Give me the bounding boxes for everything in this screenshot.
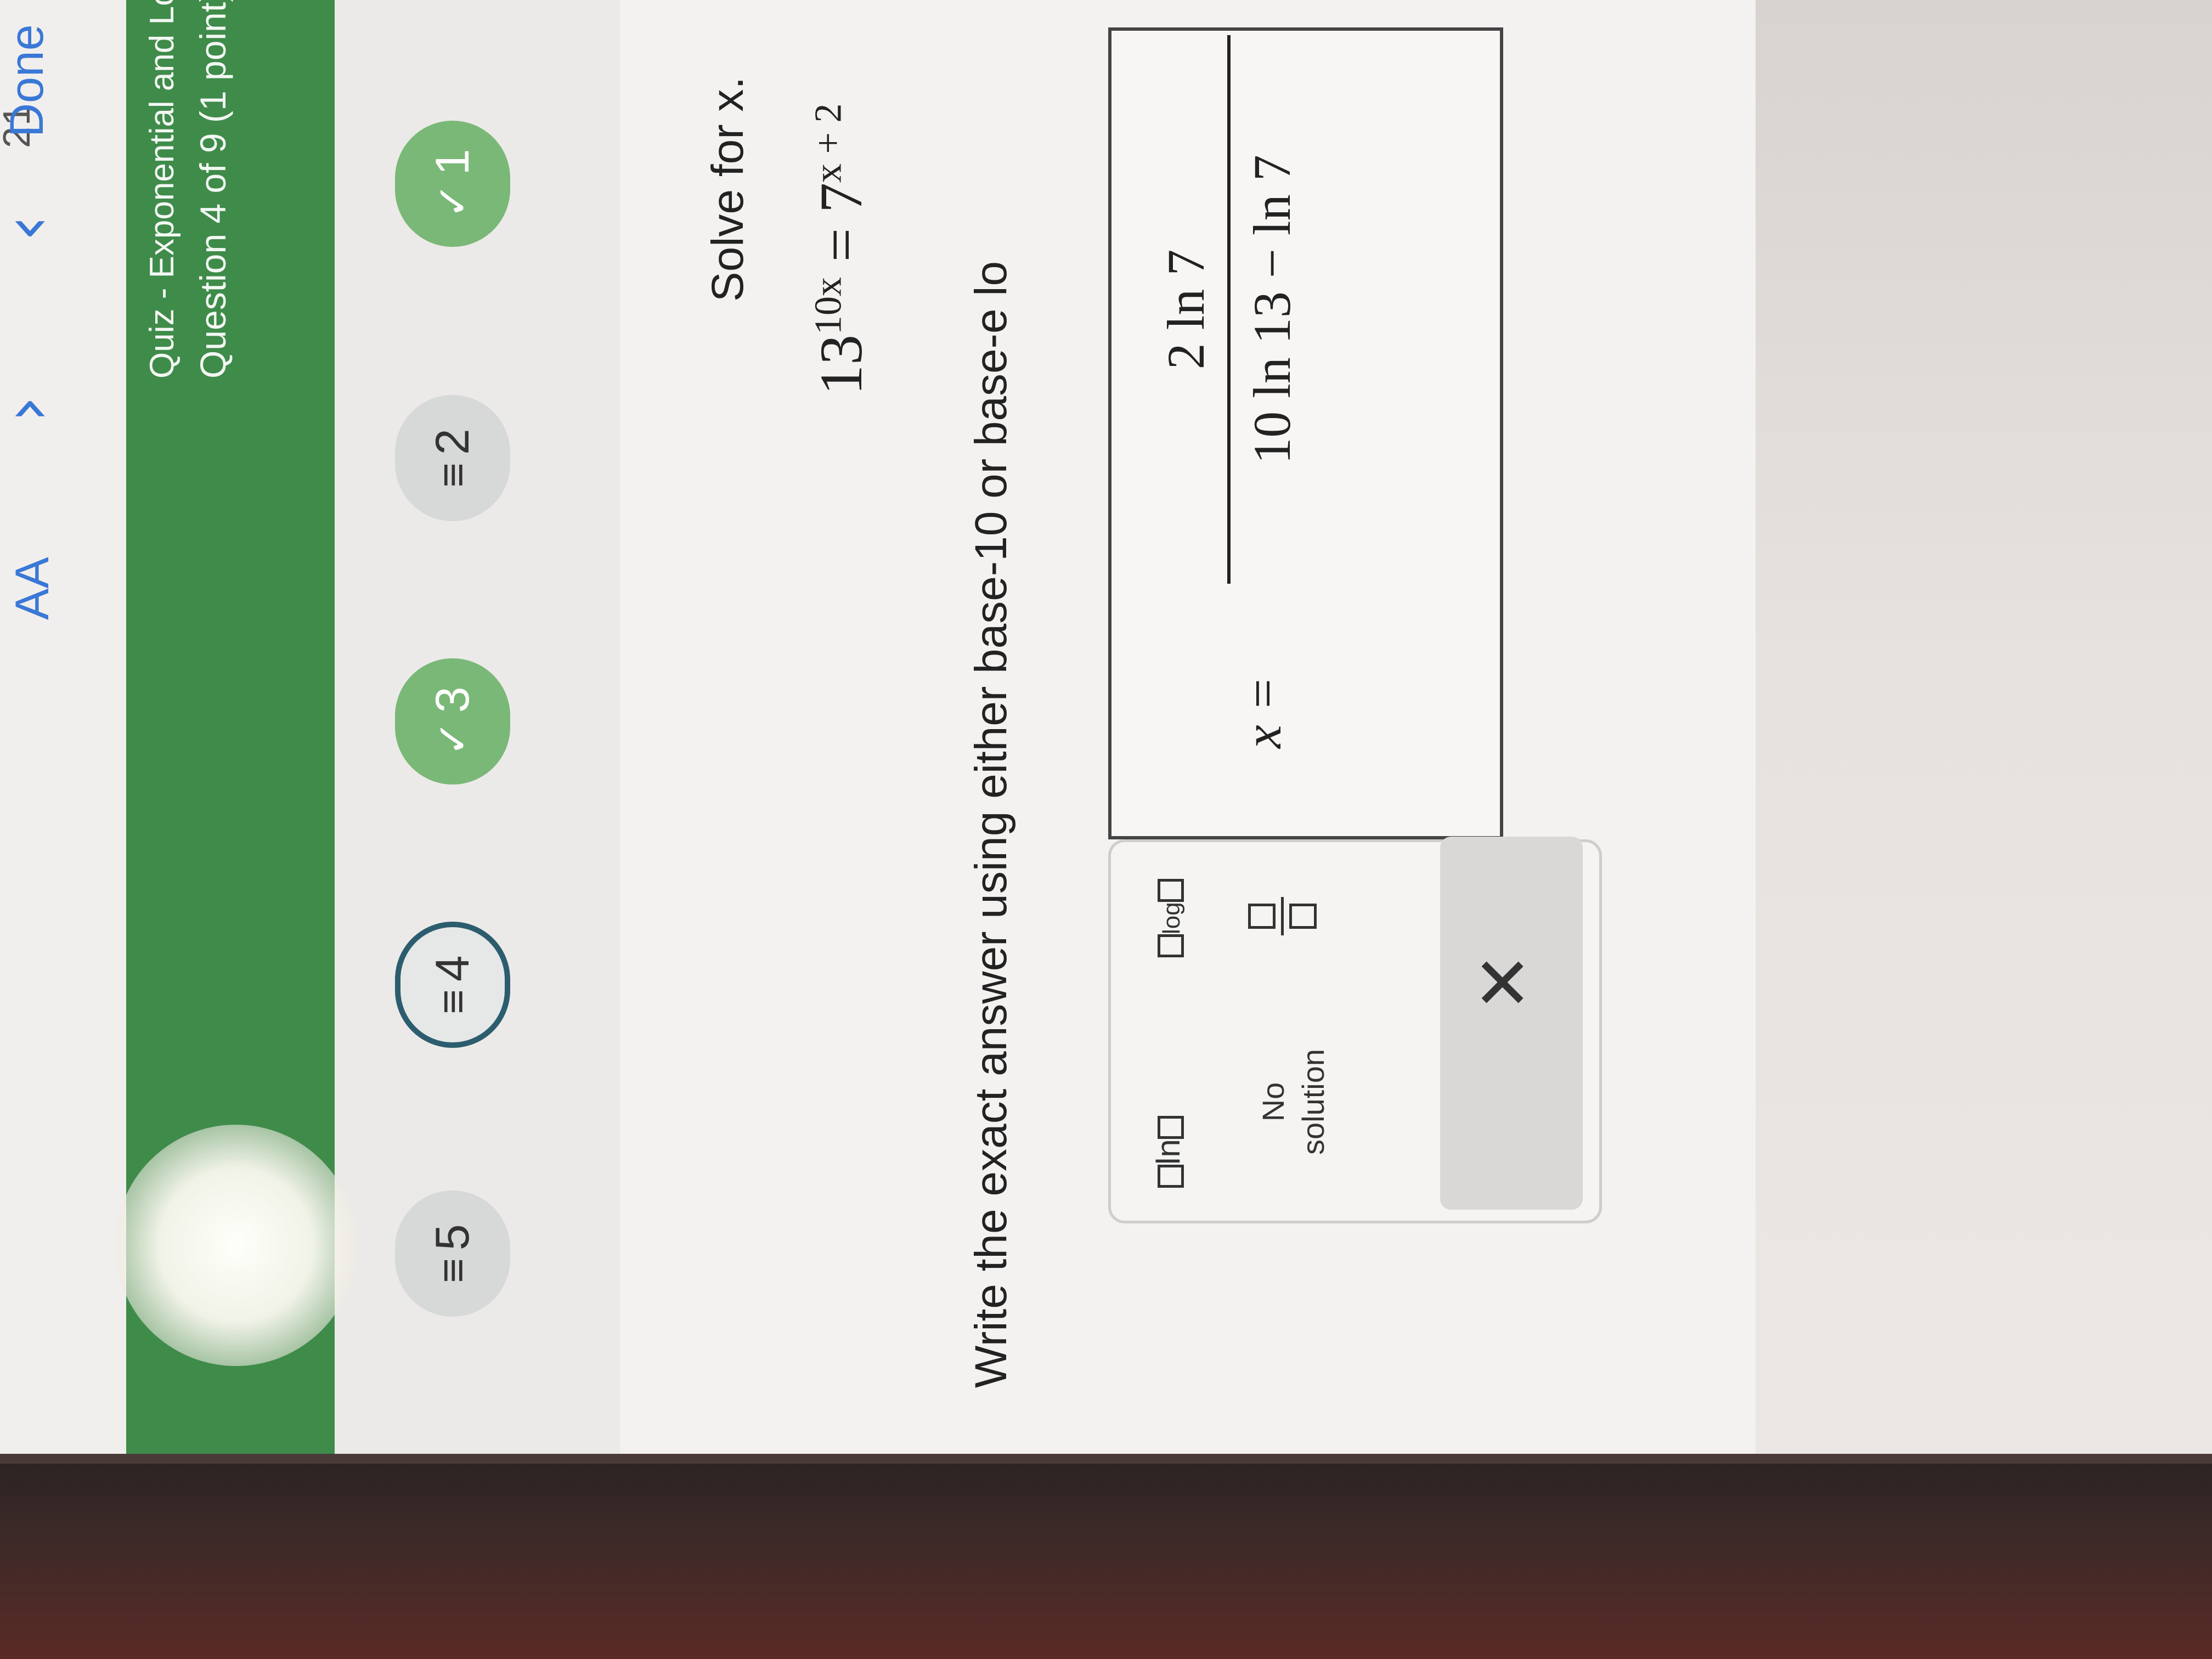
- question-number: 2: [426, 428, 479, 455]
- text-size-button[interactable]: AA: [5, 557, 60, 620]
- chevron-left-icon[interactable]: ‹: [0, 215, 65, 241]
- question-number: 3: [426, 686, 479, 713]
- question-nav-1[interactable]: ✓ 1: [395, 121, 510, 247]
- done-button[interactable]: Done: [0, 24, 54, 137]
- question-number: 4: [426, 955, 479, 982]
- question-progress: Question 4 of 9 (1 point) | Question Att…: [192, 0, 234, 379]
- question-nav-2[interactable]: ≡ 2: [395, 395, 510, 521]
- question-nav-5[interactable]: ≡ 5: [395, 1190, 510, 1317]
- close-icon[interactable]: ✕: [1462, 952, 1545, 1012]
- placeholder-box-icon: [1158, 1165, 1184, 1188]
- palette-no-solution-button[interactable]: No solution: [1254, 1049, 1334, 1155]
- placeholder-box-icon: [1158, 879, 1184, 902]
- equation-base-left: 13: [808, 335, 874, 395]
- answer-input[interactable]: x = 2 ln 7 10 ln 13 − ln 7: [1108, 27, 1503, 839]
- quiz-title: Quiz - Exponential and Log Equations and…: [143, 0, 182, 379]
- question-nav-4[interactable]: ≡ 4: [395, 922, 510, 1048]
- equation-exp-right: x + 2: [807, 103, 850, 183]
- photo-stage: Sun Apr 21 Done ‹ › AA Quiz - Exponentia…: [0, 0, 2212, 1659]
- palette-fraction-button[interactable]: [1248, 897, 1317, 935]
- equation-equals: =: [808, 212, 874, 277]
- answer-variable-label: x =: [1233, 676, 1292, 748]
- math-palette: log ln No solution ✕: [1108, 837, 1602, 1223]
- question-number: 5: [426, 1224, 479, 1251]
- list-icon: ≡: [428, 1258, 477, 1283]
- equation-exp-left: 10x: [807, 277, 850, 335]
- question-nav-3[interactable]: ✓ 3: [395, 658, 510, 785]
- device-bezel: [0, 1454, 2212, 1659]
- light-glare: [115, 1125, 357, 1366]
- device-bezel-edge: [0, 1454, 2212, 1464]
- palette-ln-button[interactable]: ln: [1149, 1116, 1187, 1188]
- palette-log-button[interactable]: log: [1149, 879, 1187, 957]
- top-nav-bar: Done ‹ › AA: [0, 0, 99, 1454]
- check-icon: ✓: [428, 720, 477, 757]
- palette-close-bar: [1440, 837, 1583, 1210]
- list-icon: ≡: [428, 989, 477, 1014]
- answer-instruction: Write the exact answer using either base…: [966, 261, 1016, 1388]
- problem-prompt: Solve for x.: [703, 76, 753, 302]
- check-icon: ✓: [428, 183, 477, 219]
- placeholder-box-icon: [1158, 1116, 1184, 1139]
- placeholder-box-icon: [1158, 934, 1184, 957]
- answer-denominator[interactable]: 10 ln 13 − ln 7: [1231, 35, 1302, 584]
- answer-fraction[interactable]: 2 ln 7 10 ln 13 − ln 7: [1133, 35, 1302, 584]
- answer-numerator[interactable]: 2 ln 7: [1133, 35, 1227, 584]
- question-number: 1: [426, 149, 479, 176]
- problem-equation: 1310x = 7x + 2: [806, 103, 876, 395]
- equation-base-right: 7: [808, 182, 874, 213]
- chevron-right-icon[interactable]: ›: [0, 396, 65, 422]
- list-icon: ≡: [428, 462, 477, 488]
